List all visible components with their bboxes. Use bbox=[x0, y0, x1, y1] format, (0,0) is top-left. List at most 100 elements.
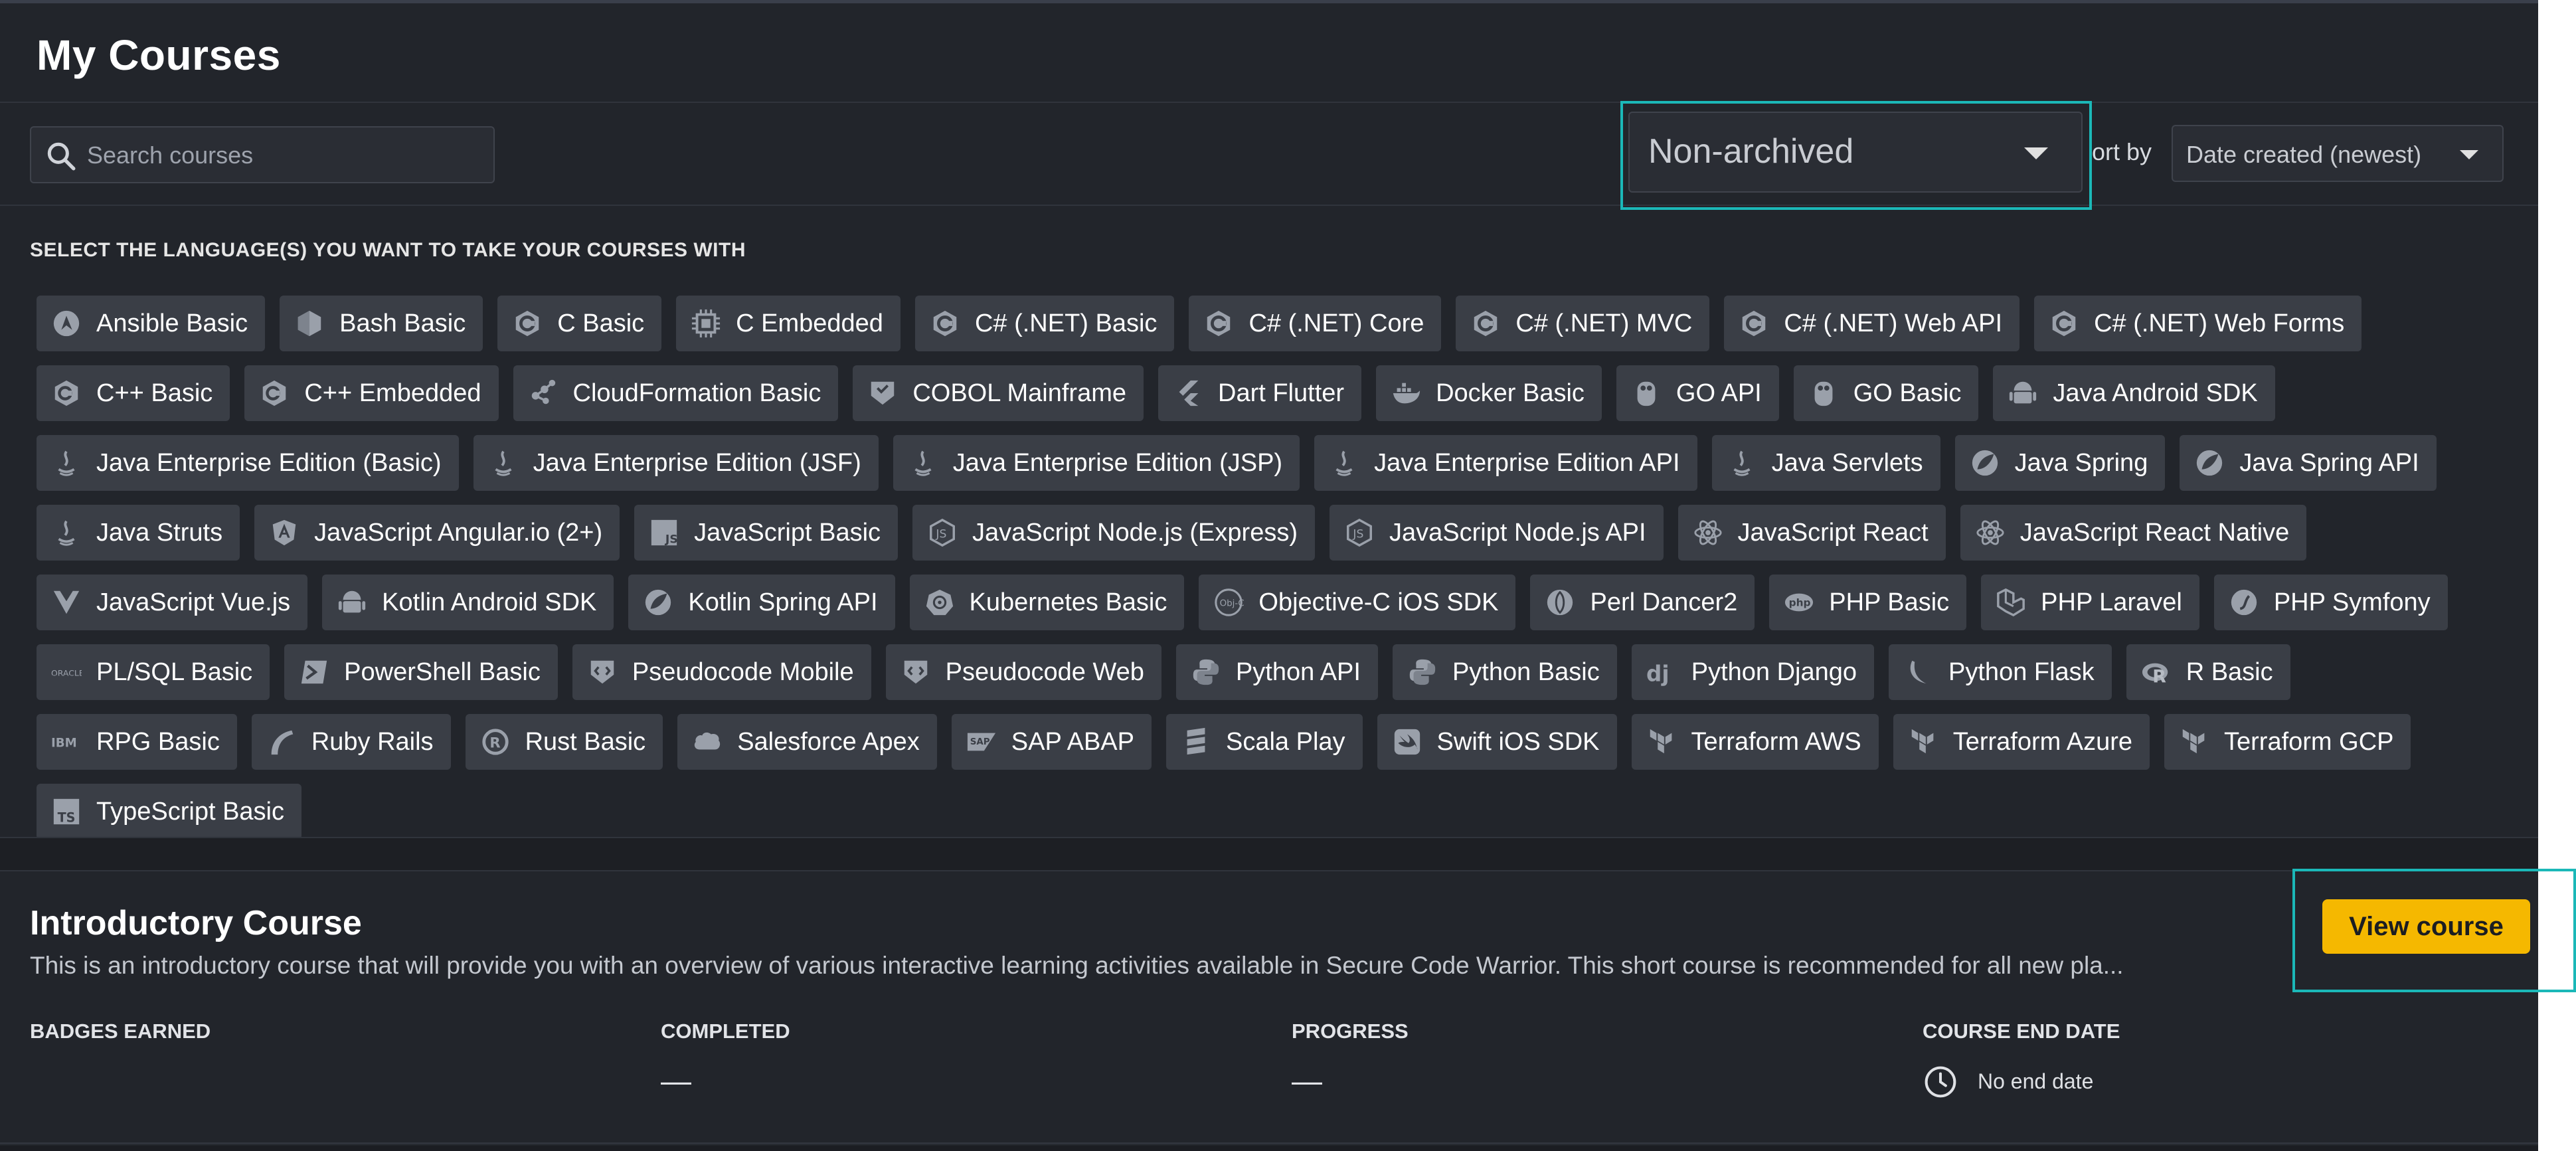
view-course-button[interactable]: View course bbox=[2322, 899, 2530, 954]
language-chip[interactable]: C# (.NET) Core bbox=[1189, 296, 1442, 351]
language-chip[interactable]: GO Basic bbox=[1793, 365, 1979, 421]
language-chip[interactable]: Swift iOS SDK bbox=[1377, 714, 1617, 770]
language-chip[interactable]: Scala Play bbox=[1166, 714, 1363, 770]
python-icon bbox=[1193, 659, 1219, 685]
language-chip[interactable]: Obj-C Objective-C iOS SDK bbox=[1199, 575, 1516, 630]
language-chip[interactable]: JavaScript Angular.io (2+) bbox=[254, 505, 620, 561]
language-chip[interactable]: Java Enterprise Edition (JSP) bbox=[893, 435, 1300, 491]
language-chip[interactable]: Python Flask bbox=[1889, 644, 2112, 700]
language-chip[interactable]: JS JavaScript Node.js (Express) bbox=[912, 505, 1315, 561]
language-chip[interactable]: C# (.NET) Web API bbox=[1724, 296, 2020, 351]
language-chip[interactable]: dj Python Django bbox=[1631, 644, 1875, 700]
language-chip[interactable]: Ruby Rails bbox=[251, 714, 451, 770]
language-chip[interactable]: Java Spring API bbox=[2180, 435, 2437, 491]
section-divider bbox=[0, 837, 2538, 871]
language-chip[interactable]: GO API bbox=[1616, 365, 1779, 421]
bash-icon bbox=[298, 310, 321, 337]
language-chip[interactable]: Pseudocode Web bbox=[885, 644, 1161, 700]
language-chip[interactable]: TS TypeScript Basic bbox=[37, 784, 301, 840]
language-chip[interactable]: Kotlin Spring API bbox=[628, 575, 895, 630]
language-chip-list: Ansible Basic Bash Basic C Basic C Embedded… bbox=[37, 296, 2494, 840]
language-chip[interactable]: Terraform GCP bbox=[2164, 714, 2411, 770]
swift-icon bbox=[1394, 729, 1420, 755]
filter-toolbar bbox=[0, 103, 2538, 206]
language-chip[interactable]: Pseudocode Mobile bbox=[572, 644, 871, 700]
language-chip[interactable]: PHP Symfony bbox=[2213, 575, 2448, 630]
language-chip[interactable]: ORACLE PL/SQL Basic bbox=[37, 644, 270, 700]
flask-icon bbox=[1910, 660, 1927, 684]
language-chip[interactable]: IBM RPG Basic bbox=[37, 714, 237, 770]
language-chip[interactable]: Docker Basic bbox=[1376, 365, 1602, 421]
language-chip[interactable]: C++ Embedded bbox=[244, 365, 499, 421]
symfony-icon bbox=[2231, 589, 2257, 616]
language-chip[interactable]: Java Android SDK bbox=[1993, 365, 2275, 421]
language-chip[interactable]: CloudFormation Basic bbox=[513, 365, 839, 421]
language-chip-label: JavaScript Basic bbox=[694, 518, 881, 547]
language-chip[interactable]: Java Enterprise Edition (JSF) bbox=[473, 435, 879, 491]
language-chip[interactable]: SAP SAP ABAP bbox=[951, 714, 1152, 770]
language-chip[interactable]: JavaScript React Native bbox=[1960, 505, 2307, 561]
language-chip[interactable]: Java Struts bbox=[37, 505, 240, 561]
svg-text:JS: JS bbox=[935, 528, 946, 541]
language-chip[interactable]: Terraform AWS bbox=[1631, 714, 1879, 770]
language-chip-label: Rust Basic bbox=[525, 727, 646, 756]
language-chip[interactable]: Java Enterprise Edition API bbox=[1314, 435, 1697, 491]
language-chip[interactable]: R R Basic bbox=[2126, 644, 2290, 700]
language-chip-label: Scala Play bbox=[1226, 727, 1345, 756]
language-chip[interactable]: Kotlin Android SDK bbox=[322, 575, 614, 630]
language-chip[interactable]: JS JavaScript Basic bbox=[634, 505, 899, 561]
spring-icon bbox=[2197, 450, 2223, 476]
language-chip[interactable]: C# (.NET) MVC bbox=[1456, 296, 1710, 351]
language-chip[interactable]: C# (.NET) Basic bbox=[914, 296, 1175, 351]
language-chip-label: PHP Laravel bbox=[2041, 588, 2182, 616]
progress-label: PROGRESS bbox=[1292, 1019, 1409, 1043]
search-box[interactable] bbox=[30, 126, 495, 183]
language-chip[interactable]: Python API bbox=[1175, 644, 1378, 700]
search-icon bbox=[47, 142, 76, 171]
language-chip[interactable]: Kubernetes Basic bbox=[909, 575, 1185, 630]
archive-filter-dropdown[interactable]: Non-archived bbox=[1628, 112, 2083, 193]
svg-text:JS: JS bbox=[1352, 528, 1363, 541]
language-chip-label: Python Django bbox=[1691, 658, 1857, 686]
language-chip[interactable]: PHP Laravel bbox=[1981, 575, 2199, 630]
language-chip-label: C# (.NET) Web Forms bbox=[2094, 309, 2345, 337]
language-chip[interactable]: Python Basic bbox=[1392, 644, 1617, 700]
language-chip-label: Java Struts bbox=[96, 518, 223, 547]
language-chip[interactable]: Perl Dancer2 bbox=[1530, 575, 1755, 630]
sort-value: Date created (newest) bbox=[2186, 141, 2422, 168]
language-chip-label: Terraform Azure bbox=[1952, 727, 2132, 756]
language-chip[interactable]: Bash Basic bbox=[280, 296, 483, 351]
nodejs-icon: JS bbox=[1347, 518, 1372, 547]
language-chip[interactable]: Java Servlets bbox=[1711, 435, 1940, 491]
language-chip[interactable]: Salesforce Apex bbox=[677, 714, 937, 770]
language-chip-label: Terraform GCP bbox=[2224, 727, 2394, 756]
language-chip[interactable]: Java Spring bbox=[1954, 435, 2166, 491]
language-chip[interactable]: C Embedded bbox=[676, 296, 901, 351]
language-chip[interactable]: Ansible Basic bbox=[37, 296, 266, 351]
course-end-date-value: No end date bbox=[1978, 1069, 2094, 1093]
language-chip[interactable]: JavaScript React bbox=[1677, 505, 1946, 561]
language-chip[interactable]: C# (.NET) Web Forms bbox=[2034, 296, 2362, 351]
vue-icon bbox=[53, 590, 80, 614]
course-description: This is an introductory course that will… bbox=[30, 952, 2124, 979]
language-chip[interactable]: JS JavaScript Node.js API bbox=[1329, 505, 1664, 561]
language-chip-label: Salesforce Apex bbox=[737, 727, 920, 756]
sort-dropdown[interactable]: Date created (newest) bbox=[2172, 125, 2504, 182]
ibm-icon: IBM bbox=[51, 737, 77, 751]
language-chip-label: SAP ABAP bbox=[1011, 727, 1134, 756]
language-chip[interactable]: COBOL Mainframe bbox=[853, 365, 1144, 421]
language-chip-label: CloudFormation Basic bbox=[572, 379, 821, 407]
spring-icon bbox=[645, 589, 671, 616]
language-chip-label: PHP Symfony bbox=[2273, 588, 2431, 616]
language-chip[interactable]: Java Enterprise Edition (Basic) bbox=[37, 435, 459, 491]
language-chip[interactable]: C Basic bbox=[497, 296, 662, 351]
language-chip[interactable]: Terraform Azure bbox=[1893, 714, 2150, 770]
language-chip[interactable]: JavaScript Vue.js bbox=[37, 575, 308, 630]
language-chip-label: JavaScript Node.js (Express) bbox=[972, 518, 1298, 547]
language-chip[interactable]: C++ Basic bbox=[37, 365, 230, 421]
search-input[interactable] bbox=[86, 128, 487, 183]
language-chip[interactable]: php PHP Basic bbox=[1769, 575, 1967, 630]
language-chip[interactable]: R Rust Basic bbox=[465, 714, 663, 770]
language-chip[interactable]: PowerShell Basic bbox=[284, 644, 558, 700]
language-chip[interactable]: Dart Flutter bbox=[1158, 365, 1362, 421]
